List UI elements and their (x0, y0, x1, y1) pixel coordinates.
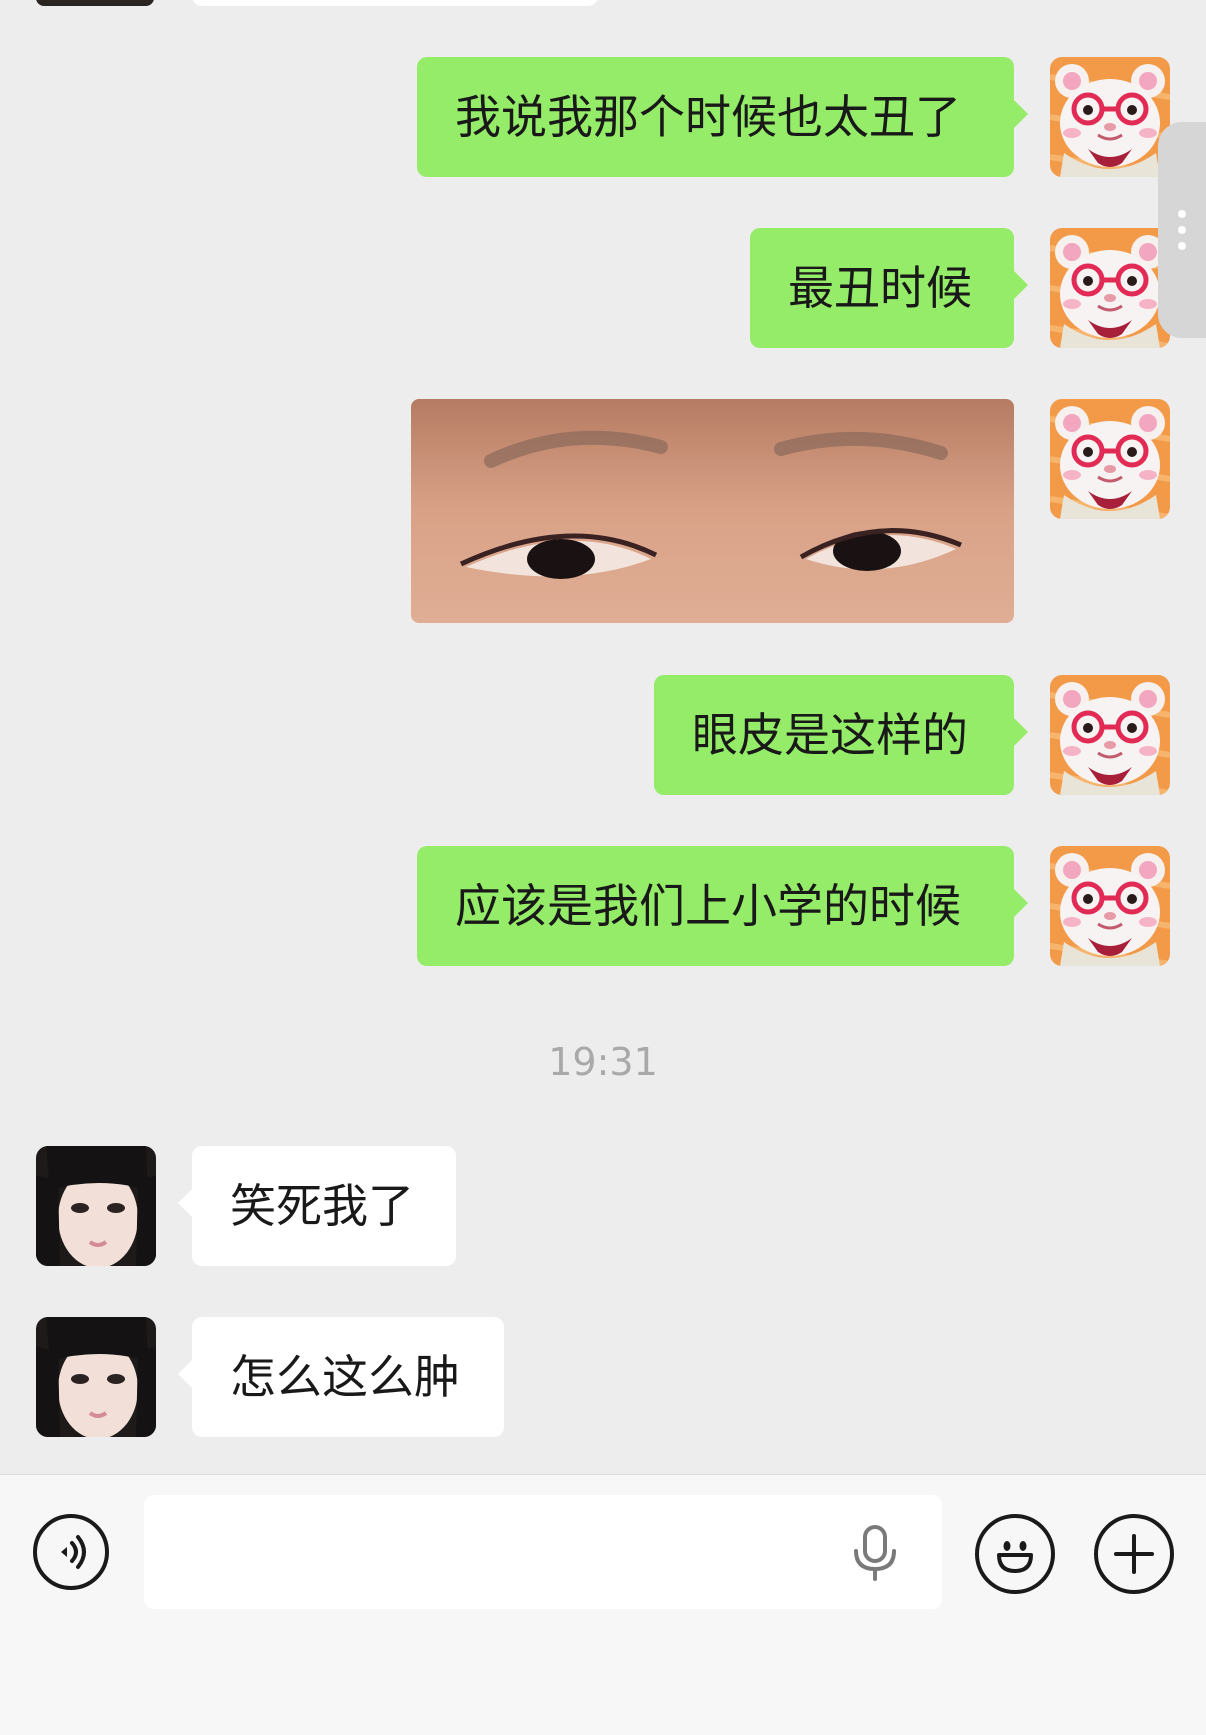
contact-photo-icon (36, 1146, 156, 1266)
contact-photo-icon (36, 1317, 156, 1437)
my-message-bubble[interactable]: 眼皮是这样的 (654, 675, 1028, 795)
hamster-avatar-icon (1050, 846, 1170, 966)
message-input[interactable] (144, 1495, 942, 1609)
eyes-photo (411, 399, 1014, 623)
my-avatar[interactable] (1050, 399, 1170, 519)
chat-message-area[interactable]: 我说我那个时候也太丑了 最丑时候 眼皮是这样的 应该是我们上小学的时候 19:3… (0, 0, 1206, 1474)
my-avatar[interactable] (1050, 675, 1170, 795)
input-bar (0, 1474, 1206, 1735)
my-avatar[interactable] (1050, 228, 1170, 348)
my-avatar[interactable] (1050, 57, 1170, 177)
contact-avatar[interactable] (36, 1146, 156, 1266)
my-message-bubble[interactable]: 我说我那个时候也太丑了 (417, 57, 1028, 177)
voice-mode-icon (61, 1535, 86, 1569)
hamster-avatar-icon (1050, 675, 1170, 795)
contact-avatar[interactable] (36, 1317, 156, 1437)
contact-message-bubble[interactable]: 怎么这么肿 (178, 1317, 504, 1437)
emoji-button[interactable] (975, 1514, 1055, 1594)
contact-message-bubble[interactable]: 笑死我了 (178, 1146, 456, 1266)
my-message-bubble[interactable]: 最丑时候 (750, 228, 1028, 348)
plus-icon (1114, 1534, 1154, 1574)
scroll-handle[interactable] (1158, 122, 1206, 338)
hamster-avatar-icon (1050, 57, 1170, 177)
scroll-dot (1178, 242, 1186, 250)
my-message-bubble[interactable]: 应该是我们上小学的时候 (417, 846, 1028, 966)
hamster-avatar-icon (1050, 228, 1170, 348)
more-functions-button[interactable] (1094, 1514, 1174, 1594)
message-timestamp: 19:31 (548, 1040, 658, 1084)
partial-message-bubble (192, 0, 598, 6)
scroll-dot (1178, 226, 1186, 234)
microphone-icon[interactable] (850, 1525, 900, 1581)
hamster-avatar-icon (1050, 399, 1170, 519)
partial-avatar (36, 0, 154, 6)
my-avatar[interactable] (1050, 846, 1170, 966)
emoji-icon (997, 1541, 1033, 1573)
image-message[interactable] (411, 399, 1014, 623)
scroll-dot (1178, 210, 1186, 218)
voice-mode-button[interactable] (33, 1514, 109, 1590)
